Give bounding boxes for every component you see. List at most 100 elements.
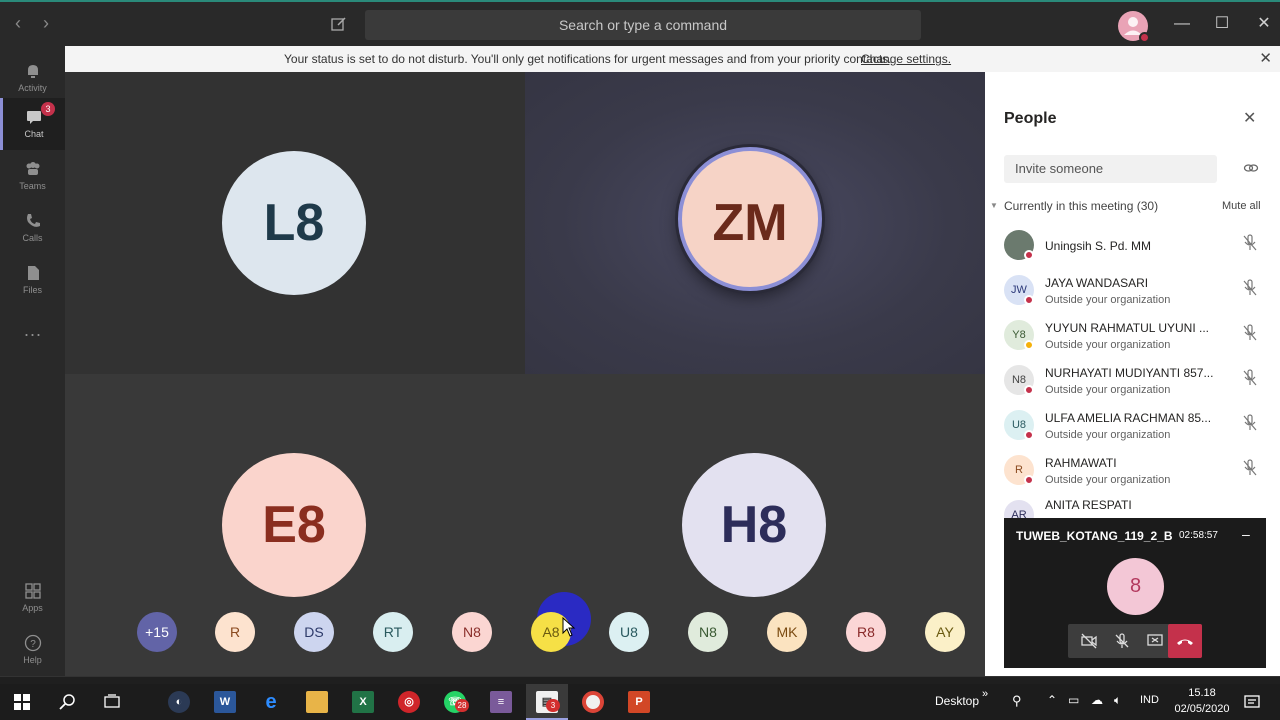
search-input[interactable]: Search or type a command [365, 10, 921, 40]
input-language[interactable]: IND [1140, 694, 1159, 706]
teams-icon [26, 162, 39, 175]
participant-avatar-small[interactable]: N8 [452, 612, 492, 652]
clock-date[interactable]: 02/05/2020 [1172, 703, 1232, 715]
hang-up-button[interactable] [1168, 624, 1202, 658]
notification-center-icon[interactable] [1243, 693, 1261, 711]
avatar[interactable] [1118, 11, 1150, 43]
battery-icon[interactable]: ▭ [1068, 693, 1079, 707]
invite-input[interactable]: Invite someone [1004, 155, 1217, 183]
title-bar: ‹ › Search or type a command — ☐ ✕ [0, 0, 1280, 46]
whatsapp-badge: 28 [455, 699, 469, 712]
close-icon[interactable]: ✕ [1243, 108, 1256, 128]
participant-row[interactable]: U8 ULFA AMELIA RACHMAN 85... Outside your … [1004, 408, 1269, 452]
video-tile-active-speaker[interactable]: ZM [525, 72, 985, 374]
rail-label: Activity [18, 83, 47, 93]
chevron-icon[interactable]: » [982, 688, 988, 700]
apps-icon [24, 583, 41, 599]
change-settings-link[interactable]: Change settings. [861, 46, 951, 72]
participant-avatar-small[interactable]: N8 [688, 612, 728, 652]
participant-avatar: L8 [222, 151, 366, 295]
excel-icon[interactable]: X [352, 691, 374, 713]
camera-off-icon[interactable] [1080, 632, 1098, 650]
call-monitor-window[interactable]: TUWEB_KOTANG_119_2_B 02:58:57 – 8 [1004, 518, 1266, 668]
rail-label: Teams [19, 181, 46, 191]
presence-status-icon [1024, 295, 1034, 305]
people-icon[interactable]: ⚲ [1012, 693, 1022, 709]
more-apps-button[interactable]: ··· [0, 308, 65, 360]
clock-time[interactable]: 15.18 [1172, 687, 1232, 699]
mic-off-icon[interactable] [1242, 324, 1258, 342]
task-view-icon[interactable] [103, 693, 121, 711]
participant-org-label: Outside your organization [1045, 339, 1171, 351]
files-icon [27, 266, 39, 280]
rail-label: Help [23, 655, 42, 665]
rail-item-calls[interactable]: Calls [0, 202, 65, 254]
antivirus-icon[interactable]: ◎ [398, 691, 420, 713]
rail-item-teams[interactable]: Teams [0, 150, 65, 202]
rail-item-help[interactable]: ? Help [0, 624, 65, 676]
participant-avatar-small[interactable]: RT [373, 612, 413, 652]
winrar-icon[interactable]: ≡ [490, 691, 512, 713]
svg-text:?: ? [30, 639, 36, 650]
network-icon[interactable]: ☁ [1091, 693, 1103, 707]
presence-dnd-icon [1139, 32, 1150, 43]
volume-icon[interactable]: 🔈︎ [1114, 693, 1121, 708]
windows-start-icon[interactable] [14, 694, 30, 710]
mic-off-icon[interactable] [1242, 369, 1258, 387]
rail-label: Apps [22, 603, 43, 613]
video-tile[interactable]: L8 [65, 72, 525, 374]
participant-avatar-small[interactable]: U8 [609, 612, 649, 652]
back-button[interactable]: ‹ [10, 14, 26, 34]
participant-org-label: Outside your organization [1045, 384, 1171, 396]
bell-icon [27, 65, 38, 78]
participant-avatar-small[interactable]: AY [925, 612, 965, 652]
edge-icon[interactable]: e [260, 691, 282, 713]
participant-row[interactable]: R RAHMAWATI Outside your organization [1004, 453, 1269, 497]
mute-all-button[interactable]: Mute all [1222, 200, 1261, 212]
rail-item-apps[interactable]: Apps [0, 572, 65, 624]
participant-name: NURHAYATI MUDIYANTI 857... [1045, 366, 1214, 380]
powerpoint-icon[interactable]: P [628, 691, 650, 713]
share-link-icon[interactable] [1243, 160, 1259, 176]
participant-row[interactable]: JW JAYA WANDASARI Outside your organizatio… [1004, 273, 1269, 317]
participant-avatar-small[interactable]: DS [294, 612, 334, 652]
video-tile[interactable]: H8 [525, 374, 985, 676]
maximize-button[interactable]: ☐ [1212, 14, 1232, 34]
search-icon[interactable] [59, 693, 77, 711]
mic-off-icon[interactable] [1242, 459, 1258, 477]
participant-avatar-small[interactable]: R8 [846, 612, 886, 652]
chrome-icon[interactable] [582, 691, 604, 713]
participant-name: ANITA RESPATI [1045, 498, 1132, 512]
participant-avatar-small[interactable]: R [215, 612, 255, 652]
participant-avatar-small[interactable]: MK [767, 612, 807, 652]
desktop-toolbar-label[interactable]: Desktop [935, 694, 979, 708]
rail-item-chat[interactable]: Chat 3 [0, 98, 65, 150]
tray-expand-icon[interactable]: ⌃ [1047, 693, 1057, 707]
more-participants-button[interactable]: +15 [137, 612, 177, 652]
participant-row[interactable]: Uningsih S. Pd. MM [1004, 228, 1269, 272]
compose-icon[interactable] [330, 15, 348, 33]
rail-label: Calls [22, 233, 43, 243]
word-icon[interactable]: W [214, 691, 236, 713]
help-icon: ? [24, 634, 41, 652]
mic-off-icon[interactable] [1242, 414, 1258, 432]
participant-row[interactable]: N8 NURHAYATI MUDIYANTI 857... Outside your… [1004, 363, 1269, 407]
share-screen-icon[interactable] [1146, 632, 1164, 650]
app-icon-1[interactable]: ◐ [168, 691, 190, 713]
minimize-button[interactable]: — [1172, 14, 1192, 34]
rail-item-files[interactable]: Files [0, 254, 65, 306]
presence-status-icon [1024, 385, 1034, 395]
participant-row[interactable]: Y8 YUYUN RAHMATUL UYUNI ... Outside your o… [1004, 318, 1269, 362]
close-icon[interactable]: ✕ [1259, 46, 1272, 72]
chevron-down-icon[interactable]: ▼ [990, 201, 998, 210]
mic-off-icon[interactable] [1242, 279, 1258, 297]
mic-off-icon[interactable] [1113, 632, 1131, 650]
forward-button[interactable]: › [38, 14, 54, 34]
call-duration: 02:58:57 [1179, 530, 1218, 541]
minimize-button[interactable]: – [1242, 526, 1250, 542]
file-explorer-icon[interactable] [306, 691, 328, 713]
mic-off-icon[interactable] [1242, 234, 1258, 252]
rail-item-activity[interactable]: Activity [0, 52, 65, 104]
meeting-section-header[interactable]: Currently in this meeting (30) [1004, 199, 1158, 213]
close-button[interactable]: ✕ [1254, 14, 1274, 34]
